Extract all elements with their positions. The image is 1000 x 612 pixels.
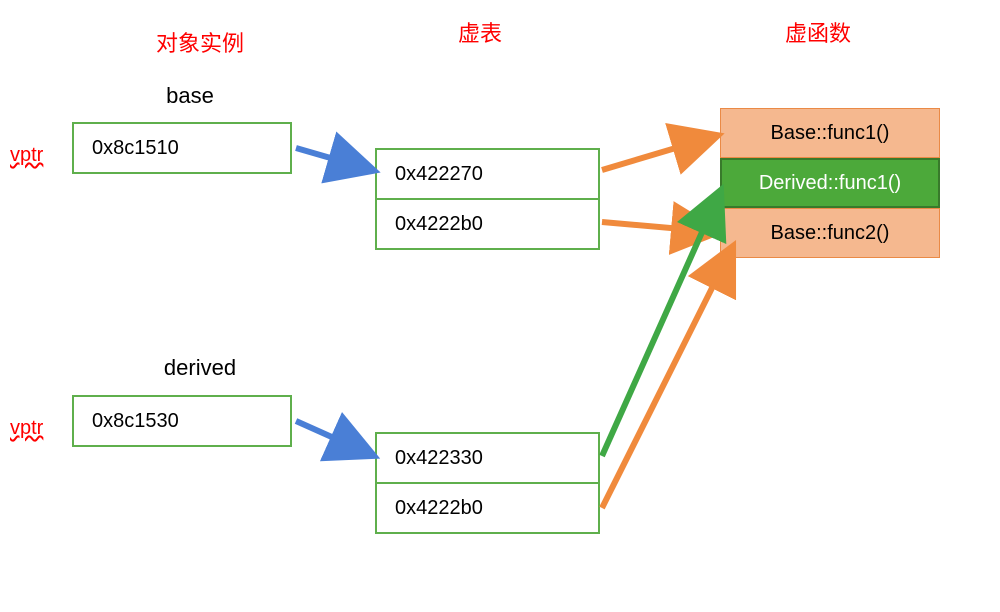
arrow-derived-vt1-to-func2	[602, 248, 732, 508]
cell-base-vtable-0: 0x422270	[375, 148, 600, 200]
func-derived-func1: Derived::func1()	[720, 158, 940, 208]
label-vptr-derived: vptr	[10, 417, 43, 440]
arrow-base-vt1-to-func2	[602, 222, 716, 232]
cell-base-vtable-1: 0x4222b0	[375, 198, 600, 250]
label-base-name: base	[150, 83, 230, 109]
arrow-base-vt0-to-func1	[602, 136, 716, 170]
header-vtable: 虚表	[440, 16, 520, 48]
label-derived-name: derived	[150, 355, 250, 381]
arrow-derived-vt0-to-derivedfunc1	[602, 192, 720, 456]
cell-derived-vptr: 0x8c1530	[72, 395, 292, 447]
cell-derived-vtable-1: 0x4222b0	[375, 482, 600, 534]
cell-base-vptr: 0x8c1510	[72, 122, 292, 174]
cell-derived-vtable-0: 0x422330	[375, 432, 600, 484]
arrow-base-vptr-to-vtable	[296, 148, 372, 170]
header-vfunc: 虚函数	[768, 16, 868, 48]
func-base-func2: Base::func2()	[720, 208, 940, 258]
label-vptr-base: vptr	[10, 144, 43, 167]
arrow-derived-vptr-to-vtable	[296, 421, 372, 455]
func-base-func1: Base::func1()	[720, 108, 940, 158]
header-object-instance: 对象实例	[130, 26, 270, 58]
